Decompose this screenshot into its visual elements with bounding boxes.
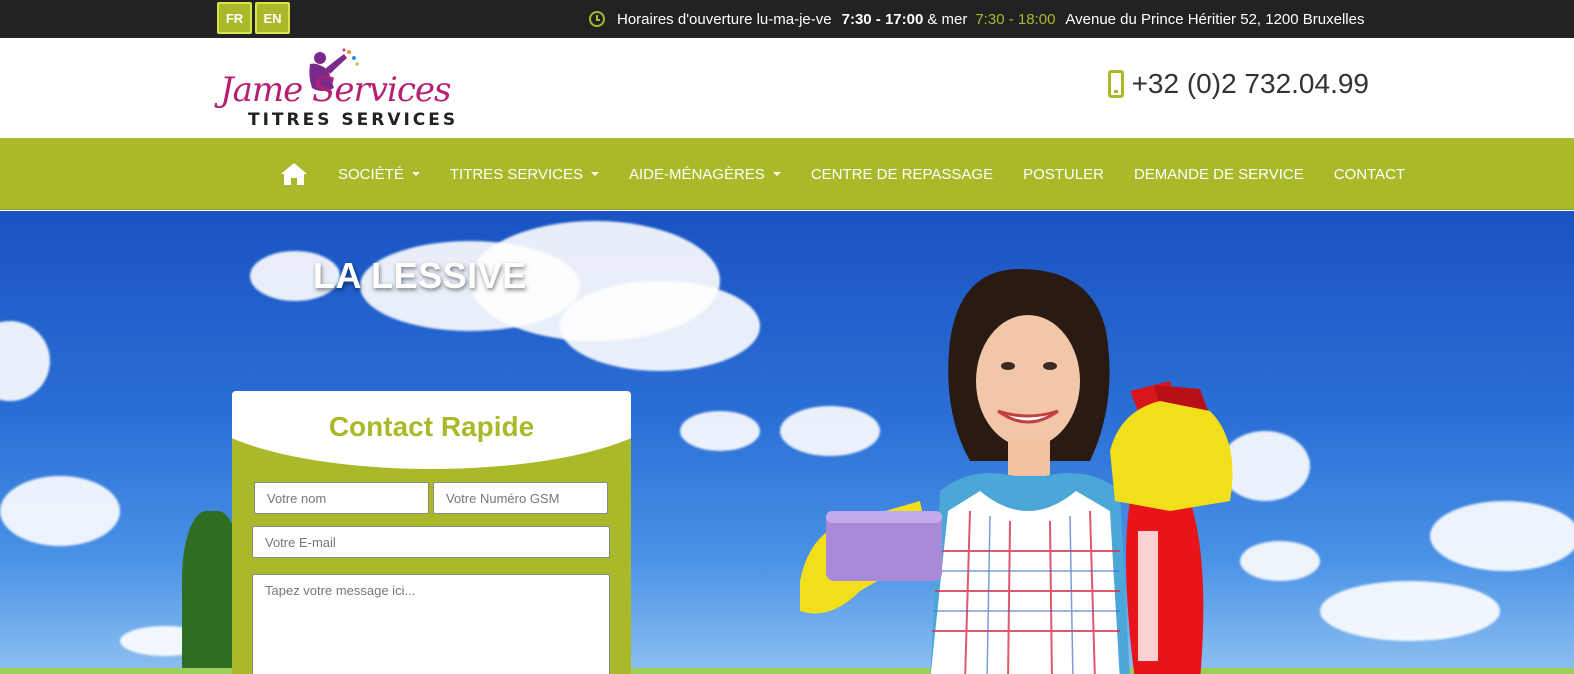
nav-societe[interactable]: SOCIÉTÉ (338, 166, 420, 183)
nav-centre-repassage[interactable]: CENTRE DE REPASSAGE (811, 166, 993, 183)
clock-icon (589, 11, 605, 27)
opening-hours: Horaires d'ouverture lu-ma-je-ve 7:30 - … (589, 0, 1364, 38)
message-textarea[interactable]: Tapez votre message ici... (252, 574, 610, 674)
cloud (1430, 501, 1574, 571)
caret-down-icon (590, 172, 599, 176)
cloud (560, 281, 760, 371)
form-title: Contact Rapide (328, 411, 535, 442)
logo-script: Jame Services (220, 70, 451, 110)
hero-title: LA LESSIVE (313, 255, 527, 296)
nav-label: CONTACT (1333, 165, 1406, 183)
email-input[interactable]: Votre E-mail (252, 526, 610, 558)
mobile-phone-icon (1107, 70, 1124, 98)
nav-aide-menageres[interactable]: AIDE-MÉNAGÈRES (629, 166, 781, 183)
nav-label: SOCIÉTÉ (338, 165, 404, 183)
nav-home[interactable] (280, 162, 308, 186)
phone-text: +32 (0)2 732.04.99 (1131, 68, 1369, 99)
nav-demande-service[interactable]: DEMANDE DE SERVICE (1134, 166, 1304, 183)
cleaning-woman-image (800, 269, 1233, 674)
gsm-input[interactable]: Votre Numéro GSM (433, 482, 608, 514)
caret-down-icon (772, 172, 781, 176)
lang-fr-button[interactable]: FR (217, 2, 252, 34)
name-input[interactable]: Votre nom (254, 482, 429, 514)
hero-banner: LA LESSIVE Contact Rapide Votre nom Votr… (0, 211, 1574, 674)
nav-label: TITRES SERVICES (449, 165, 583, 183)
logo-subtitle: TITRES SERVICES (248, 110, 459, 130)
hours-join: & mer (927, 10, 968, 28)
nav-titres-services[interactable]: TITRES SERVICES (450, 166, 599, 183)
lang-en-button[interactable]: EN (255, 2, 290, 34)
nav-label: AIDE-MÉNAGÈRES (628, 165, 765, 183)
nav-contact[interactable]: CONTACT (1334, 166, 1405, 183)
logo[interactable]: Jame Services TITRES SERVICES (218, 48, 480, 132)
nav-label: DEMANDE DE SERVICE (1133, 165, 1304, 183)
cloud (1320, 581, 1500, 641)
cloud (0, 476, 120, 546)
address: Avenue du Prince Héritier 52, 1200 Bruxe… (1065, 10, 1365, 28)
top-bar: FR EN Horaires d'ouverture lu-ma-je-ve 7… (0, 0, 1574, 38)
cloud (680, 411, 760, 451)
phone-number[interactable]: +32 (0)2 732.04.99 (1107, 68, 1369, 100)
caret-down-icon (411, 172, 420, 176)
cloud (1240, 541, 1320, 581)
nav-postuler[interactable]: POSTULER (1023, 166, 1104, 183)
quick-contact-form: Contact Rapide Votre nom Votre Numéro GS… (232, 391, 631, 674)
home-icon (281, 163, 307, 185)
nav-label: POSTULER (1023, 165, 1104, 183)
cloud (0, 321, 50, 401)
site-header: Jame Services TITRES SERVICES +32 (0)2 7… (0, 38, 1574, 138)
main-nav: SOCIÉTÉ TITRES SERVICES AIDE-MÉNAGÈRES C… (0, 138, 1574, 210)
nav-label: CENTRE DE REPASSAGE (810, 165, 994, 183)
hours-weekday: 7:30 - 17:00 (841, 10, 924, 28)
hours-label: Horaires d'ouverture lu-ma-je-ve (617, 10, 832, 28)
hours-wednesday: 7:30 - 18:00 (975, 10, 1056, 28)
